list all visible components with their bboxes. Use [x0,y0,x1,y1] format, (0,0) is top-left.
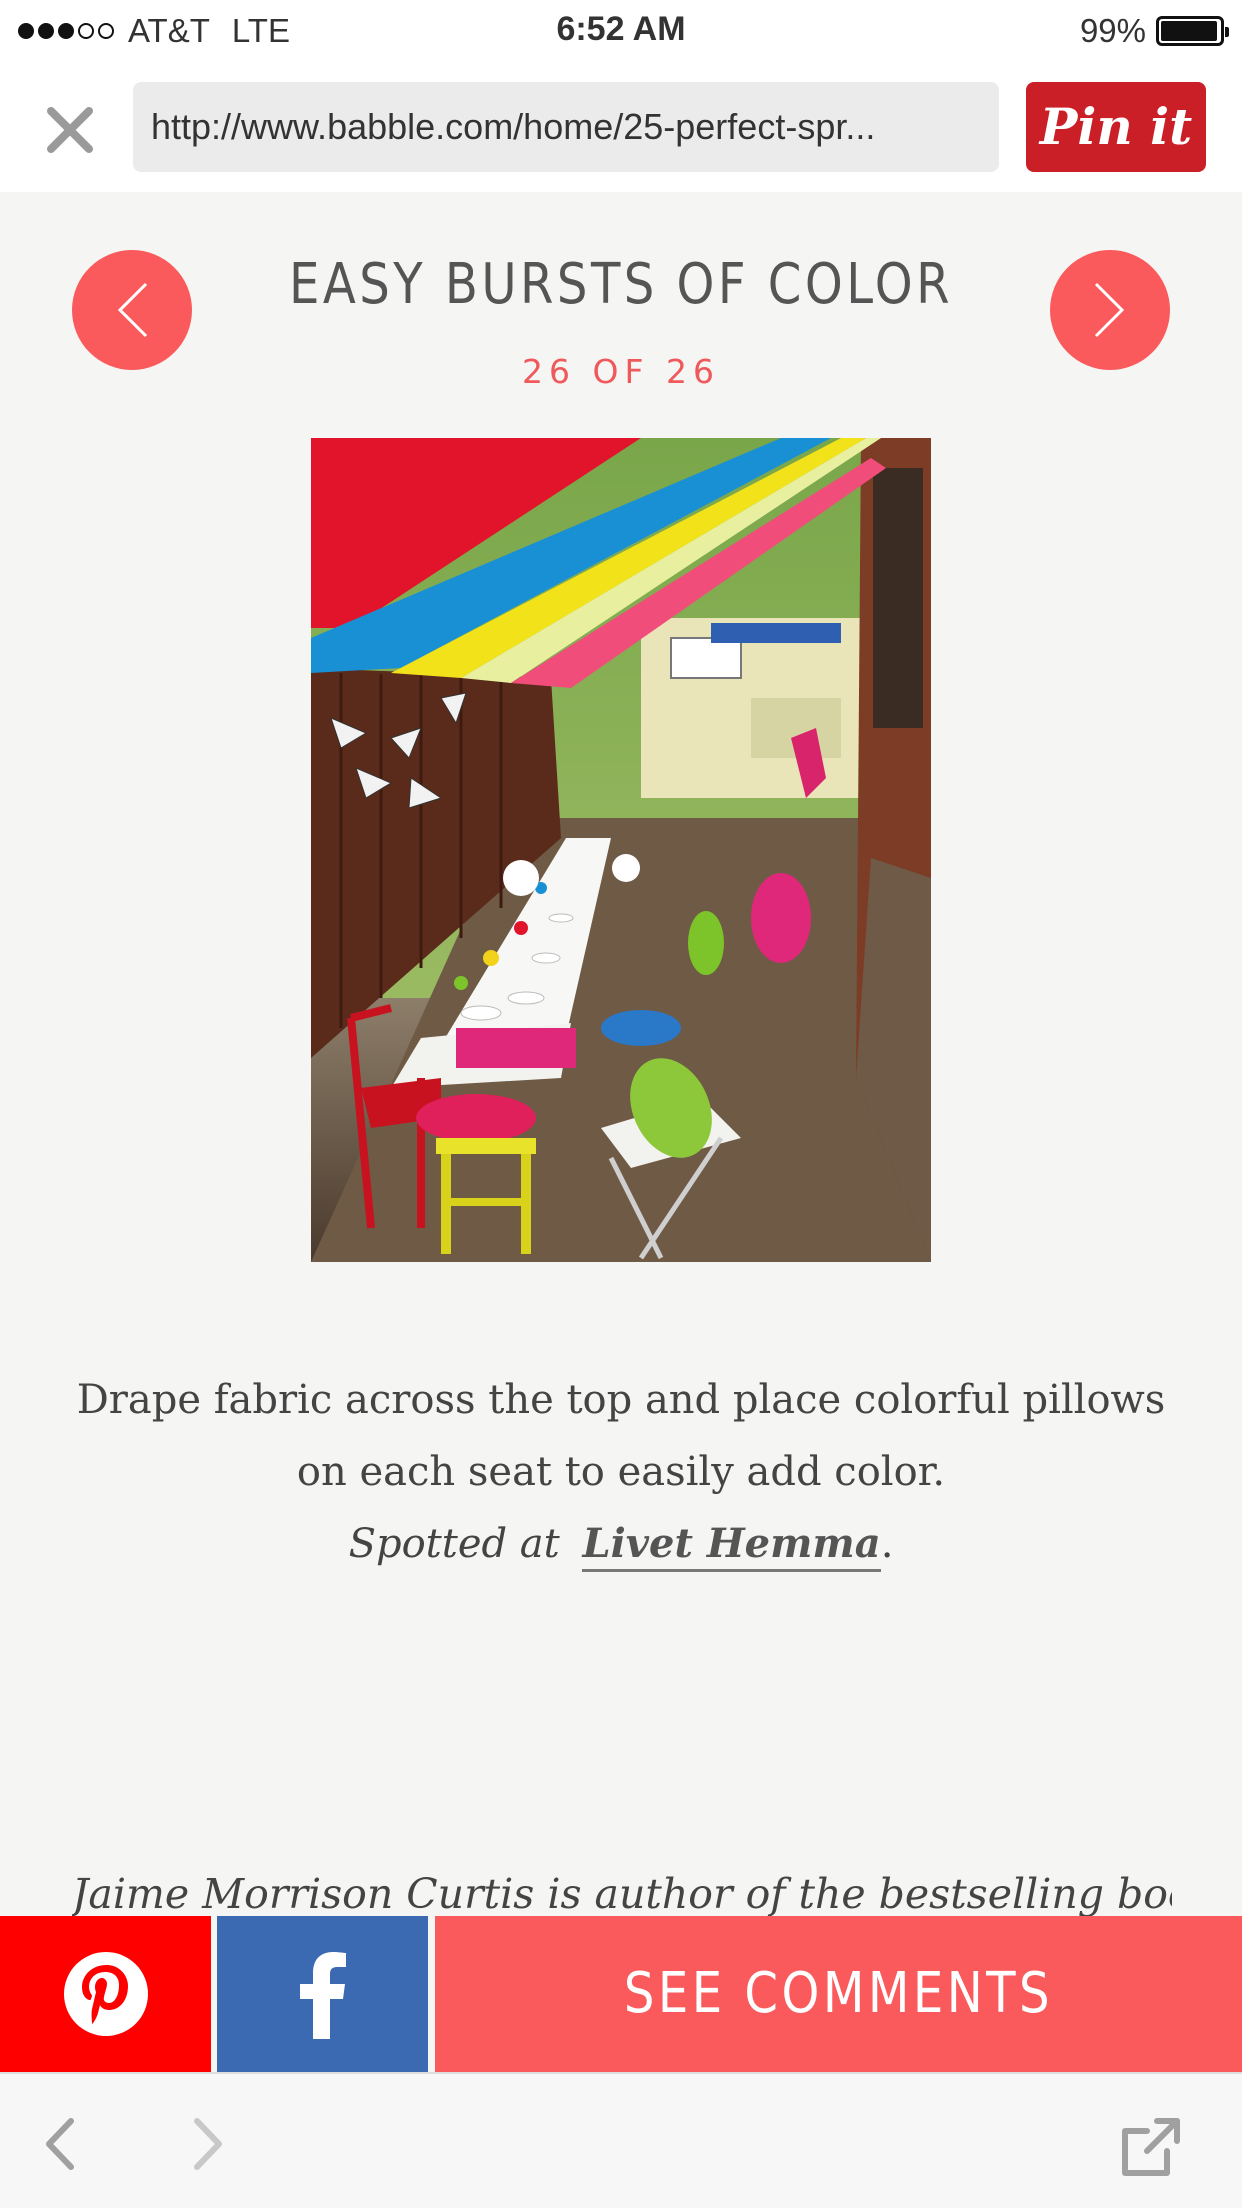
close-icon [47,107,93,153]
livet-hemma-link[interactable]: Livet Hemma [582,1520,881,1572]
status-bar: AT&T LTE 6:52 AM 99% [0,0,1242,62]
close-button[interactable] [38,98,102,162]
caption-line-1: Drape fabric across the top and place co… [76,1377,1166,1423]
author-bio: Jaime Morrison Curtis is author of the b… [72,1870,1172,1918]
chevron-right-icon [1094,282,1125,338]
see-comments-label: SEE COMMENTS [623,1961,1054,2026]
spotted-suffix: . [880,1521,894,1567]
battery-icon [1156,16,1229,46]
url-field[interactable]: http://www.babble.com/home/25-perfect-sp… [133,82,999,172]
pinterest-icon [63,1952,148,2036]
back-button[interactable] [30,2114,90,2174]
slide-title: EASY BURSTS OF COLOR [288,252,954,317]
pinterest-share-button[interactable] [0,1916,211,2072]
spotted-prefix: Spotted at [348,1521,560,1567]
forward-button[interactable] [178,2114,238,2174]
status-right: 99% [1079,12,1229,50]
chevron-right-icon [194,2118,222,2170]
open-external-button[interactable] [1118,2114,1184,2180]
caption-line-2: on each seat to easily add color. [296,1449,946,1495]
browser-toolbar [0,2072,1242,2208]
chevron-left-icon [46,2118,74,2170]
see-comments-button[interactable]: SEE COMMENTS [435,1916,1242,2072]
slide-caption: Drape fabric across the top and place co… [60,1364,1182,1580]
facebook-icon [299,1952,346,2039]
next-slide-button[interactable] [1050,250,1170,370]
facebook-share-button[interactable] [217,1916,428,2072]
share-bar: SEE COMMENTS [0,1916,1242,2072]
slide-counter: 26 OF 26 [522,352,720,391]
pin-it-button[interactable]: Pin it [1026,82,1206,172]
external-link-icon [1122,2118,1180,2176]
spotted-at-line: Spotted at Livet Hemma. [60,1508,1182,1580]
status-time: 6:52 AM [556,10,686,48]
battery-percent: 99% [1079,12,1146,49]
browser-url-bar: http://www.babble.com/home/25-perfect-sp… [0,62,1242,192]
slide-photo [311,438,931,1262]
